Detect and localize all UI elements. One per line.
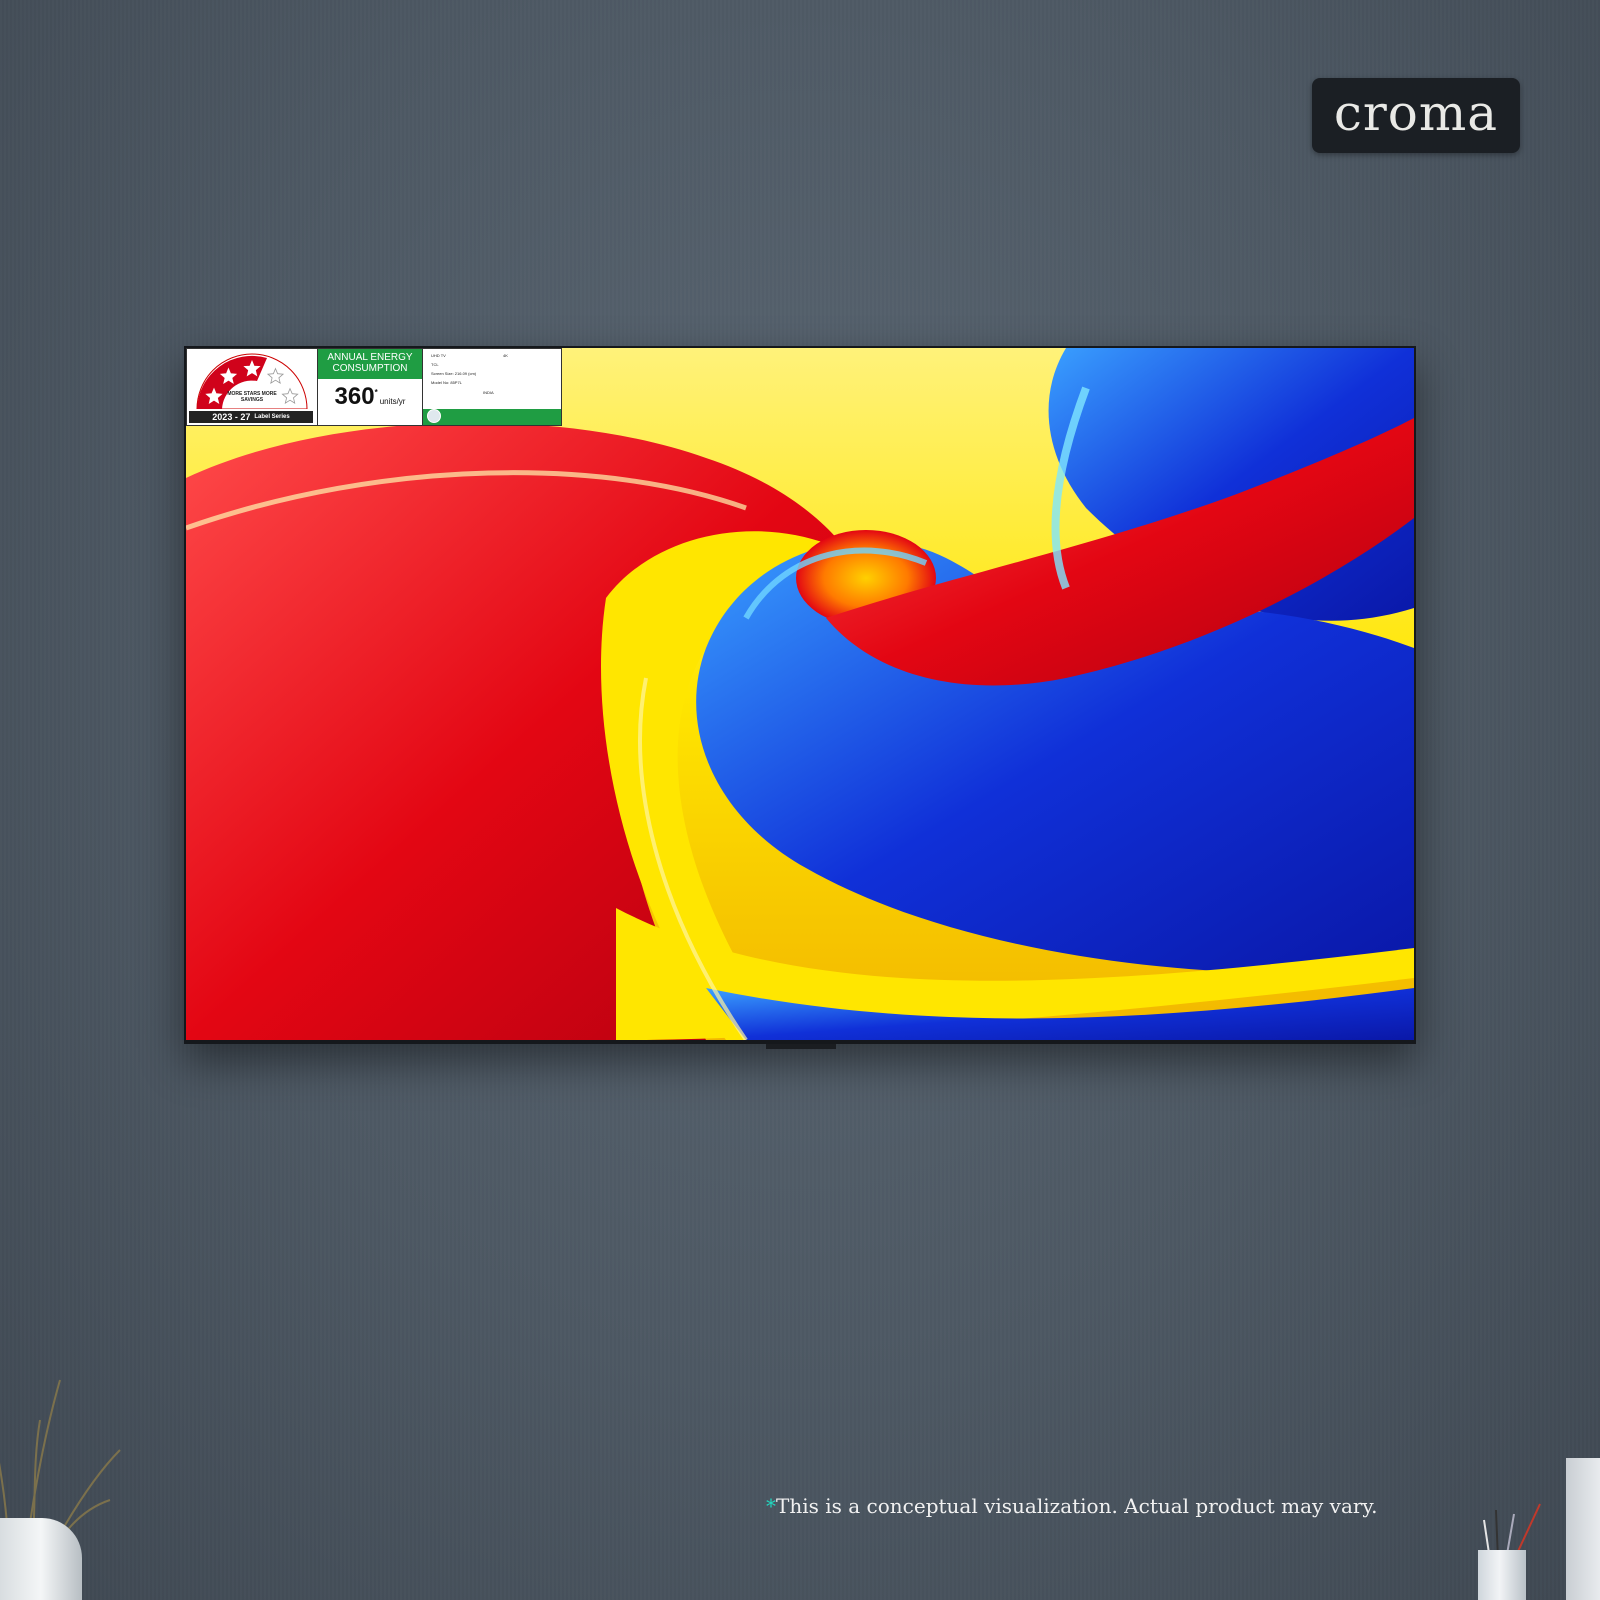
- croma-logo: croma: [1312, 78, 1520, 153]
- series-text: Label Series: [254, 414, 290, 420]
- swirl-artwork: [186, 348, 1414, 1040]
- tv-stand-foot: [766, 1044, 836, 1049]
- energy-label: MORE STARS MORE SAVINGS 2023 - 27 Label …: [186, 348, 562, 426]
- label-footer-band: [423, 409, 561, 425]
- disclaimer: *This is a conceptual visualization. Act…: [766, 1494, 1377, 1518]
- detail-brand: TCL: [431, 362, 439, 367]
- logo-text: croma: [1333, 83, 1499, 142]
- series-year: 2023 - 27: [212, 412, 251, 422]
- label-details: UHD TV 4K TCL Screen Size: 216.09 (cm) M…: [423, 349, 561, 425]
- plant-pot: [0, 1518, 82, 1600]
- side-panel: [1566, 1458, 1600, 1600]
- detail-resolution: 4K: [503, 353, 508, 358]
- label-series: 2023 - 27 Label Series: [189, 411, 313, 423]
- consumption-panel: ANNUAL ENERGY CONSUMPTION 360* units/yr: [318, 349, 423, 425]
- disclaimer-asterisk: *: [766, 1494, 776, 1518]
- star-rating-panel: MORE STARS MORE SAVINGS 2023 - 27 Label …: [187, 349, 318, 425]
- consumption-heading: ANNUAL ENERGY CONSUMPTION: [318, 349, 422, 379]
- television: [184, 346, 1416, 1044]
- bee-seal-icon: [427, 409, 441, 423]
- detail-type: UHD TV: [431, 353, 446, 358]
- detail-model: Model No: 85P7L: [431, 380, 462, 385]
- consumption-value: 360*: [334, 383, 378, 410]
- detail-screen-size: Screen Size: 216.09 (cm): [431, 371, 477, 376]
- stars-text: MORE STARS MORE SAVINGS: [227, 391, 277, 403]
- disclaimer-text: This is a conceptual visualization. Actu…: [776, 1494, 1378, 1518]
- tv-screen: [186, 348, 1414, 1040]
- detail-country: INDIA: [483, 390, 494, 395]
- consumption-unit: units/yr: [379, 397, 406, 406]
- pen-holder: [1478, 1550, 1526, 1600]
